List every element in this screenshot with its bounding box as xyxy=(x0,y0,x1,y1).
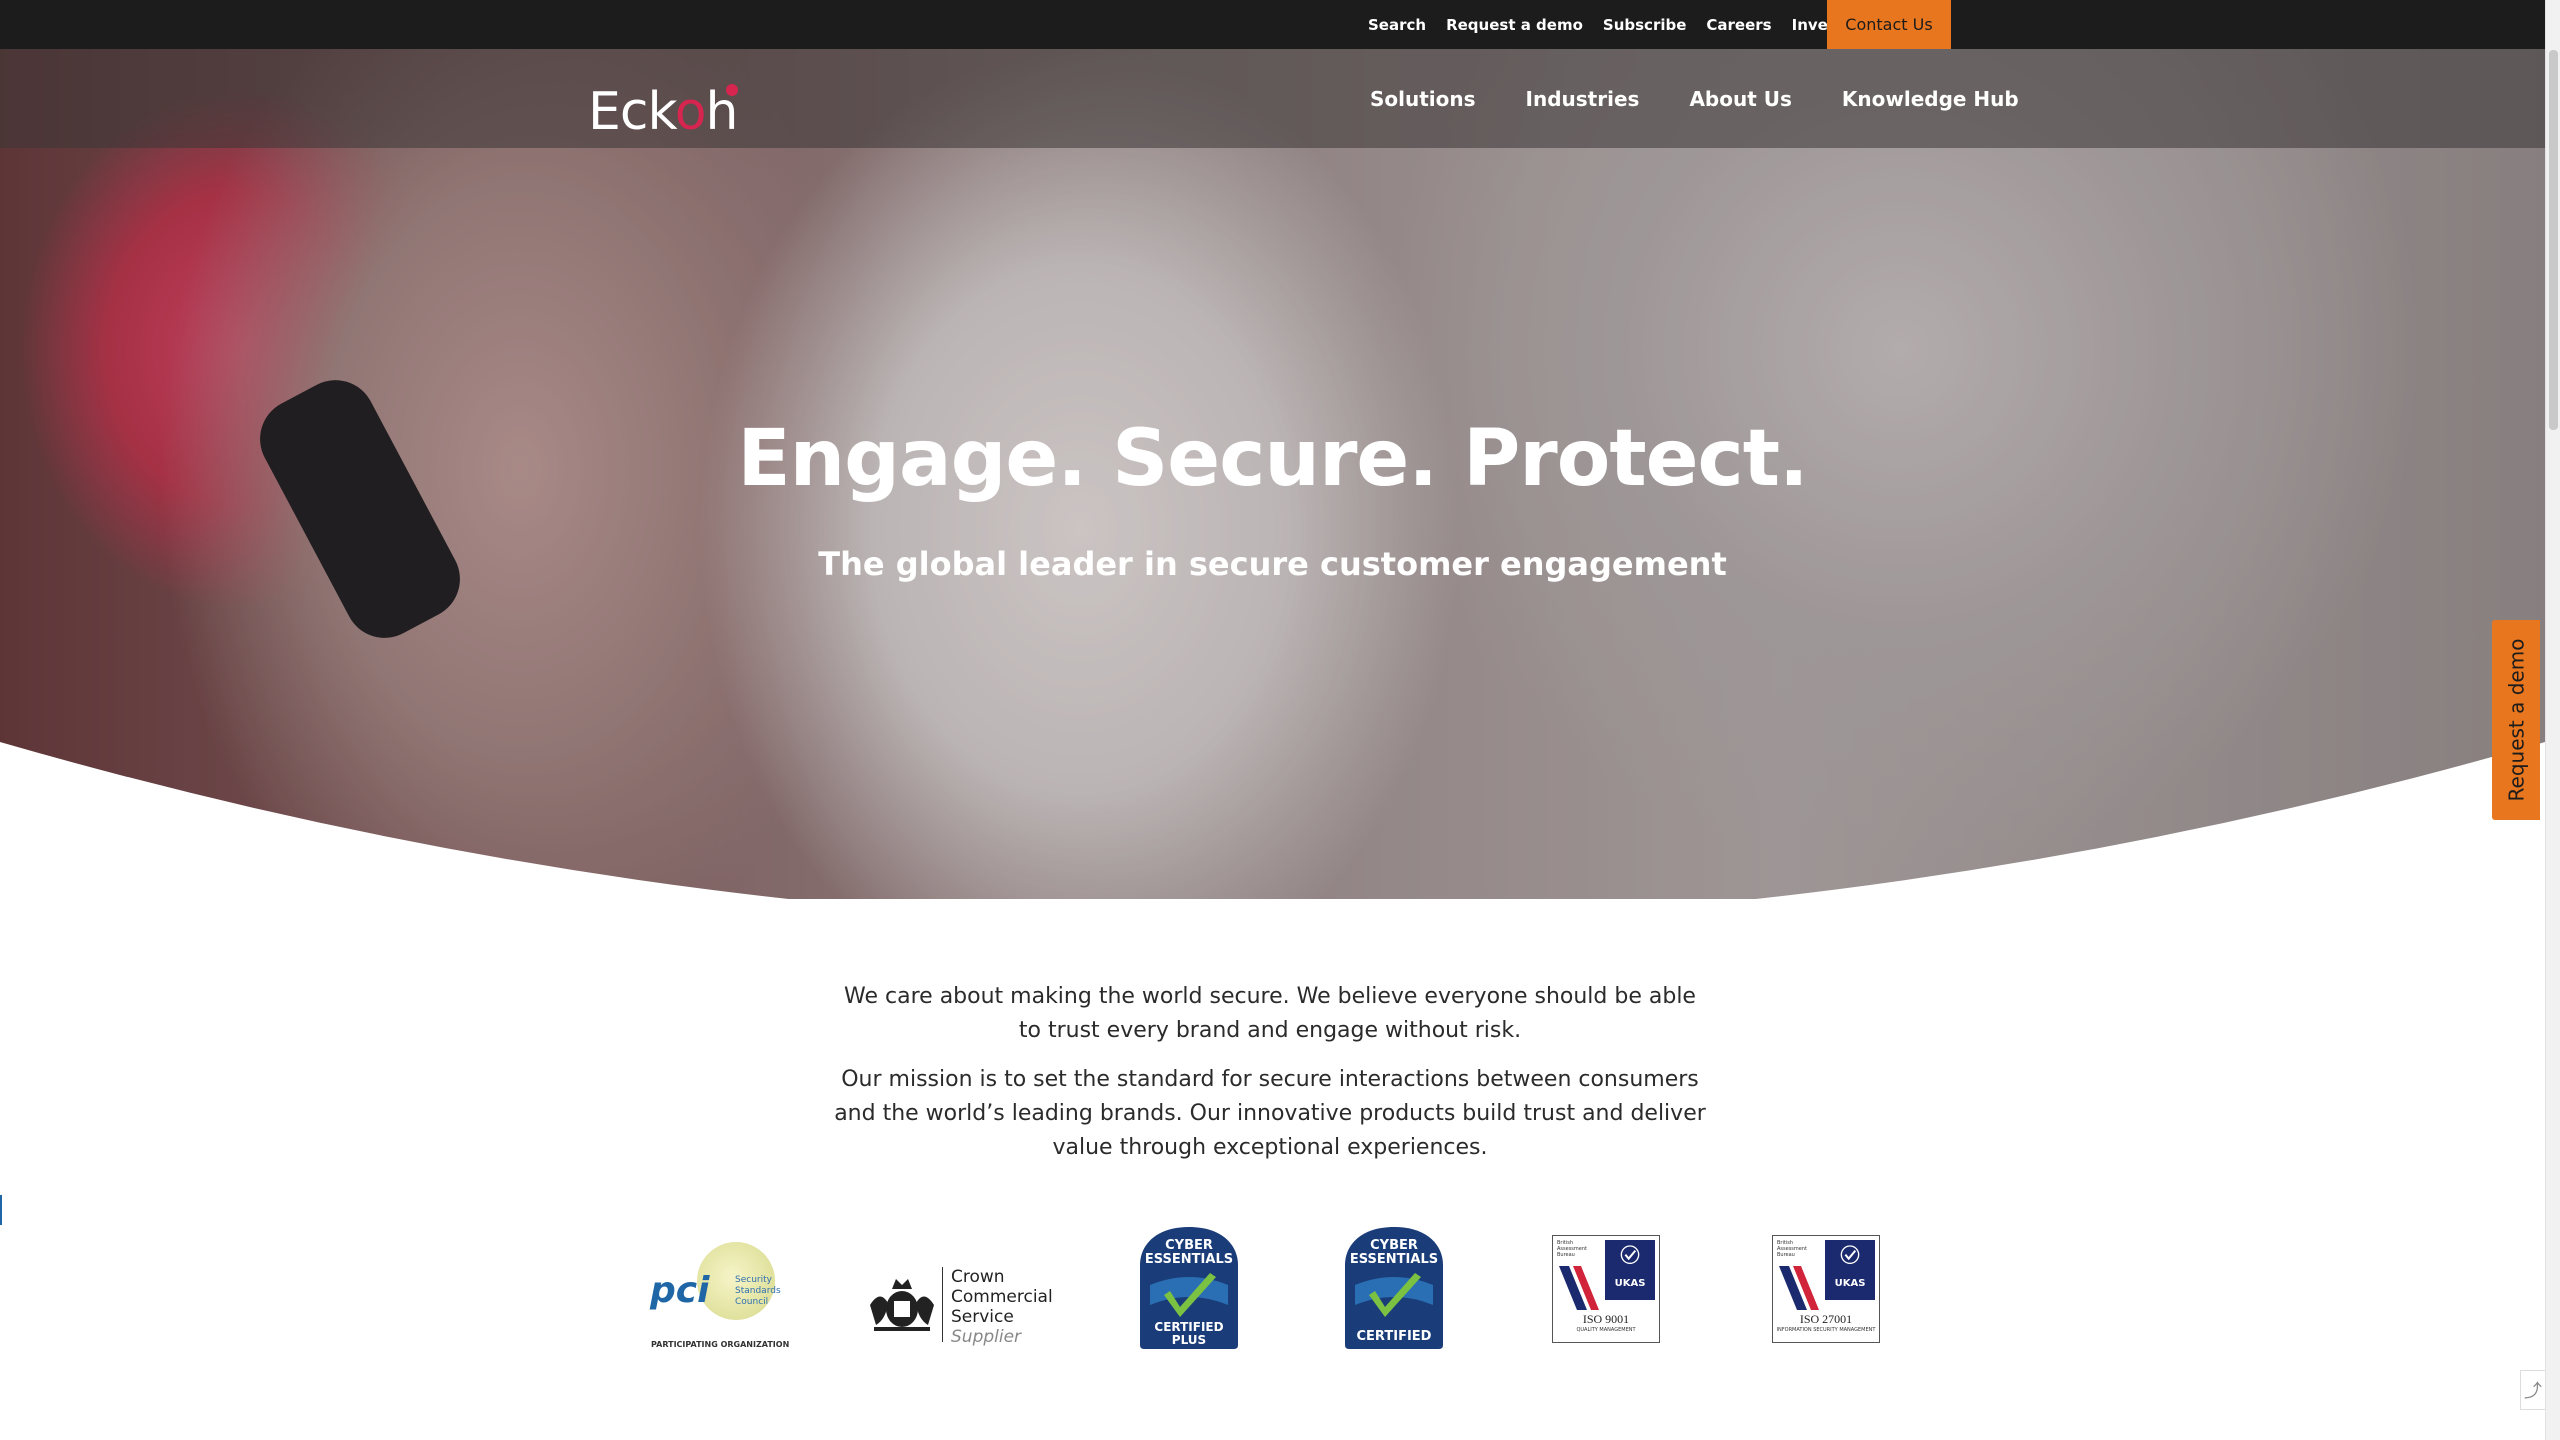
cyber-essentials-badge: CYBER ESSENTIALS CERTIFIED xyxy=(1345,1227,1443,1349)
iso9001-desc: QUALITY MANAGEMENT xyxy=(1576,1327,1636,1333)
intro-text: We care about making the world secure. W… xyxy=(830,980,1710,1180)
side-request-demo-tab[interactable]: Request a demo xyxy=(2492,620,2540,820)
ukas-crown-check-icon xyxy=(1605,1240,1655,1300)
blue-red-slash-icon xyxy=(1559,1266,1599,1310)
ccs-divider xyxy=(942,1267,943,1342)
pci-tagline: PARTICIPATING ORGANIZATION xyxy=(651,1340,790,1349)
pci-org: Security Standards Council xyxy=(735,1275,781,1307)
iso27001-ukas: UKAS xyxy=(1834,1278,1866,1289)
utility-links: Search Request a demo Subscribe Careers … xyxy=(1368,0,1891,49)
hero-curve xyxy=(0,742,2545,899)
ccs-role: Supplier xyxy=(951,1327,1022,1347)
iso9001-bab: British Assessment Bureau xyxy=(1557,1240,1587,1258)
cyber-plus-line1: CYBER xyxy=(1165,1238,1213,1253)
intro-paragraph-1: We care about making the world secure. W… xyxy=(844,984,1696,1043)
cyber-plus-line4: PLUS xyxy=(1172,1333,1206,1347)
hero-section: Eckoh Solutions Industries About Us Know… xyxy=(0,49,2545,899)
cyber-plus-line3: CERTIFIED xyxy=(1154,1320,1223,1334)
side-request-demo-label: Request a demo xyxy=(2504,638,2528,802)
royal-crest-icon xyxy=(870,1279,934,1331)
cyber-plus-line2: ESSENTIALS xyxy=(1145,1252,1233,1267)
iso-27001-badge: British Assessment Bureau UKAS ISO 27001… xyxy=(1772,1235,1880,1343)
cyber-line1: CYBER xyxy=(1370,1238,1418,1253)
utility-link-careers[interactable]: Careers xyxy=(1706,16,1771,34)
iso27001-desc: INFORMATION SECURITY MANAGEMENT xyxy=(1776,1327,1876,1333)
iso9001-standard: ISO 9001 xyxy=(1582,1312,1630,1326)
crown-commercial-service-logo: Crown Commercial Service Supplier xyxy=(866,1245,1056,1347)
pci-abbr: pci xyxy=(650,1270,710,1311)
iso27001-standard: ISO 27001 xyxy=(1799,1312,1853,1326)
page-scrollbar[interactable] xyxy=(2545,0,2560,1440)
intro-paragraph-2: Our mission is to set the standard for s… xyxy=(834,1067,1706,1160)
contact-us-button[interactable]: Contact Us xyxy=(1827,0,1951,49)
iso-9001-badge: British Assessment Bureau UKAS ISO 9001 … xyxy=(1552,1235,1660,1343)
chat-widget-icon[interactable]: ⤴ xyxy=(2520,1370,2545,1410)
utility-link-subscribe[interactable]: Subscribe xyxy=(1603,16,1687,34)
pci-logo: pci Security Standards Council PARTICIPA… xyxy=(645,1240,791,1355)
blue-red-slash-icon xyxy=(1779,1266,1819,1310)
ukas-crown-check-icon xyxy=(1825,1240,1875,1300)
utility-link-search[interactable]: Search xyxy=(1368,16,1426,34)
utility-link-request-demo[interactable]: Request a demo xyxy=(1446,16,1583,34)
scrollbar-thumb[interactable] xyxy=(2549,50,2558,430)
cyber-essentials-plus-badge: CYBER ESSENTIALS CERTIFIED PLUS xyxy=(1140,1227,1238,1349)
cyber-line2: ESSENTIALS xyxy=(1350,1252,1438,1267)
accreditation-logos: pci Security Standards Council PARTICIPA… xyxy=(0,1220,2545,1360)
iso27001-bab: British Assessment Bureau xyxy=(1777,1240,1807,1258)
cyber-line3: CERTIFIED xyxy=(1357,1329,1432,1344)
utility-bar: Search Request a demo Subscribe Careers … xyxy=(0,0,2560,49)
iso9001-ukas: UKAS xyxy=(1614,1278,1646,1289)
ccs-name: Crown Commercial Service xyxy=(951,1267,1053,1327)
